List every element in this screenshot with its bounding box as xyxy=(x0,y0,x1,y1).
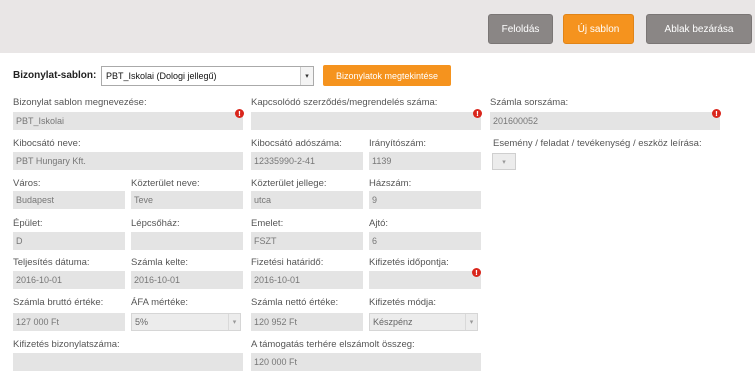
template-name-field[interactable]: PBT_Iskolai xyxy=(13,112,243,130)
postal-code-label: Irányítószám: xyxy=(369,138,427,149)
issuer-name-label: Kibocsátó neve: xyxy=(13,138,81,149)
template-select-label: Bizonylat-sablon: xyxy=(13,70,97,81)
city-label: Város: xyxy=(13,178,41,189)
warning-icon: ! xyxy=(472,268,481,277)
payment-method-label: Kifizetés módja: xyxy=(369,297,437,308)
issuer-name-field[interactable]: PBT Hungary Kft. xyxy=(13,152,243,170)
close-window-button[interactable]: Ablak bezárása xyxy=(646,14,752,44)
payment-method-select[interactable]: Készpénz ▾ xyxy=(369,313,478,331)
view-documents-button[interactable]: Bizonylatok megtekintése xyxy=(323,65,451,86)
issuer-tax-number-field[interactable]: 12335990-2-41 xyxy=(251,152,363,170)
toolbar: Feloldás Új sablon Ablak bezárása xyxy=(0,0,755,53)
new-template-button[interactable]: Új sablon xyxy=(563,14,634,44)
staircase-field[interactable] xyxy=(131,232,243,250)
payment-method-value: Készpénz xyxy=(373,317,413,327)
gross-amount-field[interactable]: 127 000 Ft xyxy=(13,313,125,331)
release-button[interactable]: Feloldás xyxy=(488,14,553,44)
subsidy-amount-field[interactable]: 120 000 Ft xyxy=(251,353,481,371)
house-number-label: Házszám: xyxy=(369,178,412,189)
warning-icon: ! xyxy=(235,109,244,118)
template-select-value: PBT_Iskolai (Dologi jellegű) xyxy=(106,71,217,81)
event-description-label: Esemény / feladat / tevékenység / eszköz… xyxy=(493,138,702,149)
staircase-label: Lépcsőház: xyxy=(131,218,180,229)
floor-field[interactable]: FSZT xyxy=(251,232,363,250)
chevron-down-icon: ▾ xyxy=(300,67,313,85)
invoice-date-label: Számla kelte: xyxy=(131,257,189,268)
template-name-label: Bizonylat sablon megnevezése: xyxy=(13,97,147,108)
contract-number-label: Kapcsolódó szerződés/megrendelés száma: xyxy=(251,97,438,108)
street-name-field[interactable]: Teve xyxy=(131,191,243,209)
vat-rate-select[interactable]: 5% ▾ xyxy=(131,313,241,331)
vat-rate-label: ÁFA mértéke: xyxy=(131,297,189,308)
chevron-down-icon: ▾ xyxy=(465,314,477,330)
city-field[interactable]: Budapest xyxy=(13,191,125,209)
invoice-serial-field[interactable]: 201600052 xyxy=(490,112,720,130)
completion-date-field[interactable]: 2016-10-01 xyxy=(13,271,125,289)
payment-deadline-field[interactable]: 2016-10-01 xyxy=(251,271,363,289)
invoice-serial-label: Számla sorszáma: xyxy=(490,97,569,108)
street-name-label: Közterület neve: xyxy=(131,178,200,189)
door-label: Ajtó: xyxy=(369,218,389,229)
postal-code-field[interactable]: 1139 xyxy=(369,152,481,170)
payment-time-label: Kifizetés időpontja: xyxy=(369,257,449,268)
template-select[interactable]: PBT_Iskolai (Dologi jellegű) ▾ xyxy=(101,66,314,86)
net-amount-field[interactable]: 120 952 Ft xyxy=(251,313,363,331)
floor-label: Emelet: xyxy=(251,218,284,229)
building-field[interactable]: D xyxy=(13,232,125,250)
payment-time-field[interactable] xyxy=(369,271,481,289)
vat-rate-value: 5% xyxy=(135,317,149,327)
chevron-down-icon: ▾ xyxy=(502,158,506,166)
payment-deadline-label: Fizetési határidő: xyxy=(251,257,324,268)
contract-number-field[interactable] xyxy=(251,112,481,130)
invoice-date-field[interactable]: 2016-10-01 xyxy=(131,271,243,289)
issuer-tax-number-label: Kibocsátó adószáma: xyxy=(251,138,342,149)
warning-icon: ! xyxy=(712,109,721,118)
subsidy-amount-label: A támogatás terhére elszámolt összeg: xyxy=(251,339,415,350)
payment-doc-number-label: Kifizetés bizonylatszáma: xyxy=(13,339,120,350)
door-field[interactable]: 6 xyxy=(369,232,481,250)
warning-icon: ! xyxy=(473,109,482,118)
house-number-field[interactable]: 9 xyxy=(369,191,481,209)
street-type-field[interactable]: utca xyxy=(251,191,363,209)
payment-doc-number-field[interactable] xyxy=(13,353,243,371)
chevron-down-icon: ▾ xyxy=(228,314,240,330)
event-description-select[interactable]: ▾ xyxy=(492,153,516,170)
completion-date-label: Teljesítés dátuma: xyxy=(13,257,90,268)
street-type-label: Közterület jellege: xyxy=(251,178,327,189)
building-label: Épület: xyxy=(13,218,43,229)
net-amount-label: Számla nettó értéke: xyxy=(251,297,339,308)
gross-amount-label: Számla bruttó értéke: xyxy=(13,297,104,308)
